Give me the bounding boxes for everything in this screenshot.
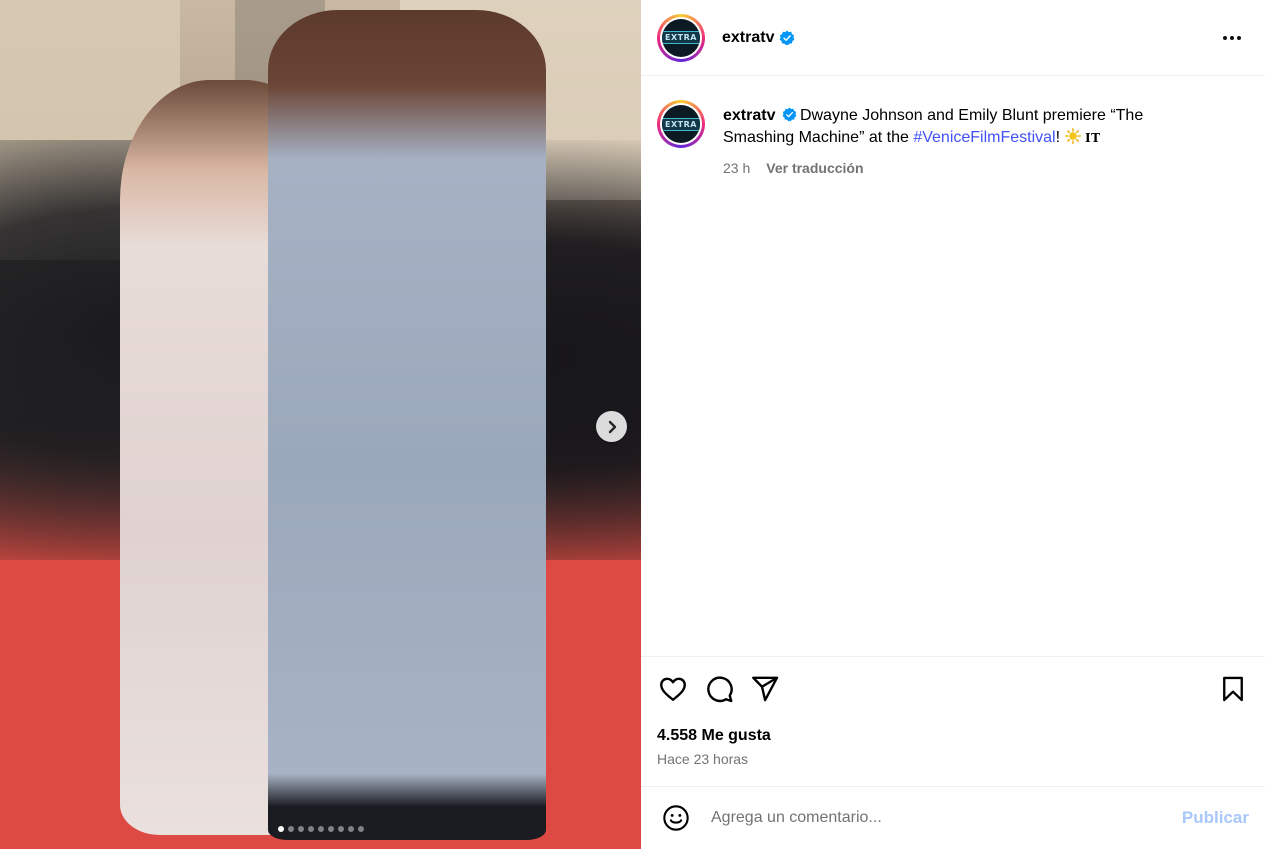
carousel-dot — [347, 826, 354, 832]
caption-text: extratv Dwayne Johnson and Emily Blunt p… — [723, 105, 1193, 149]
post-header: EXTRA extratv — [641, 0, 1265, 76]
author-username[interactable]: extratv — [722, 29, 774, 47]
verified-badge-icon — [782, 107, 797, 122]
sun-emoji-icon — [1064, 128, 1081, 144]
like-count[interactable]: 4.558 Me gusta — [657, 727, 1249, 745]
avatar-image: EXTRA — [662, 105, 700, 143]
carousel-dot — [307, 826, 314, 832]
photo-person-right — [268, 10, 546, 840]
comment-form: Publicar — [641, 786, 1265, 849]
share-icon — [752, 676, 779, 702]
post-timestamp[interactable]: Hace 23 horas — [657, 751, 1249, 767]
emoji-icon — [663, 805, 689, 831]
carousel-dot — [277, 826, 284, 832]
translate-link[interactable]: Ver traducción — [766, 157, 863, 179]
caption-avatar[interactable]: EXTRA — [657, 100, 705, 148]
carousel-dot — [337, 826, 344, 832]
carousel-dot — [317, 826, 324, 832]
more-options-icon[interactable] — [1223, 35, 1241, 40]
post-side-panel: EXTRA extratv EXTRA extratv Dwayne Johns… — [641, 0, 1265, 849]
publish-button[interactable]: Publicar — [1182, 808, 1249, 828]
caption-username[interactable]: extratv — [723, 107, 775, 124]
extra-logo: EXTRA — [662, 31, 700, 44]
avatar-frame: EXTRA — [660, 16, 702, 59]
more-dot — [1223, 35, 1227, 40]
comment-input[interactable] — [711, 809, 1182, 827]
carousel-dot — [297, 826, 304, 832]
extra-logo: EXTRA — [662, 117, 700, 131]
caption-text-after: ! — [1055, 129, 1065, 146]
comments-section: EXTRA extratv Dwayne Johnson and Emily B… — [641, 76, 1265, 656]
caption-body: extratv Dwayne Johnson and Emily Blunt p… — [723, 105, 1193, 179]
more-dot — [1237, 35, 1241, 40]
like-button[interactable] — [657, 673, 689, 705]
caption-suffix: IT — [1084, 131, 1101, 145]
comment-button[interactable] — [703, 673, 735, 705]
more-dot — [1230, 35, 1234, 40]
bookmark-icon — [1223, 676, 1243, 702]
carousel-dot — [357, 826, 364, 832]
post-dialog: EXTRA extratv EXTRA extratv Dwayne Johns… — [0, 0, 1265, 849]
carousel-dot — [287, 826, 294, 832]
caption-hashtag-link[interactable]: #VeniceFilmFestival — [913, 129, 1055, 146]
verified-badge-icon — [779, 30, 795, 46]
save-button[interactable] — [1217, 673, 1249, 705]
avatar-frame: EXTRA — [660, 103, 702, 145]
avatar-image: EXTRA — [662, 18, 700, 57]
carousel-dot — [327, 826, 334, 832]
next-slide-button[interactable] — [596, 411, 627, 442]
post-photo[interactable] — [0, 0, 641, 849]
post-actions-section: 4.558 Me gusta Hace 23 horas — [641, 656, 1265, 786]
caption: EXTRA extratv Dwayne Johnson and Emily B… — [657, 100, 1249, 179]
carousel-indicator — [0, 826, 641, 832]
action-group — [657, 673, 781, 705]
share-button[interactable] — [749, 673, 781, 705]
heart-icon — [660, 677, 686, 701]
action-bar — [657, 657, 1249, 721]
caption-timestamp[interactable]: 23 h — [723, 157, 750, 179]
emoji-button[interactable] — [661, 803, 691, 833]
chevron-right-icon — [608, 420, 616, 433]
caption-meta: 23 h Ver traducción — [723, 157, 1193, 179]
author-avatar[interactable]: EXTRA — [657, 13, 705, 62]
comment-icon — [707, 676, 733, 703]
